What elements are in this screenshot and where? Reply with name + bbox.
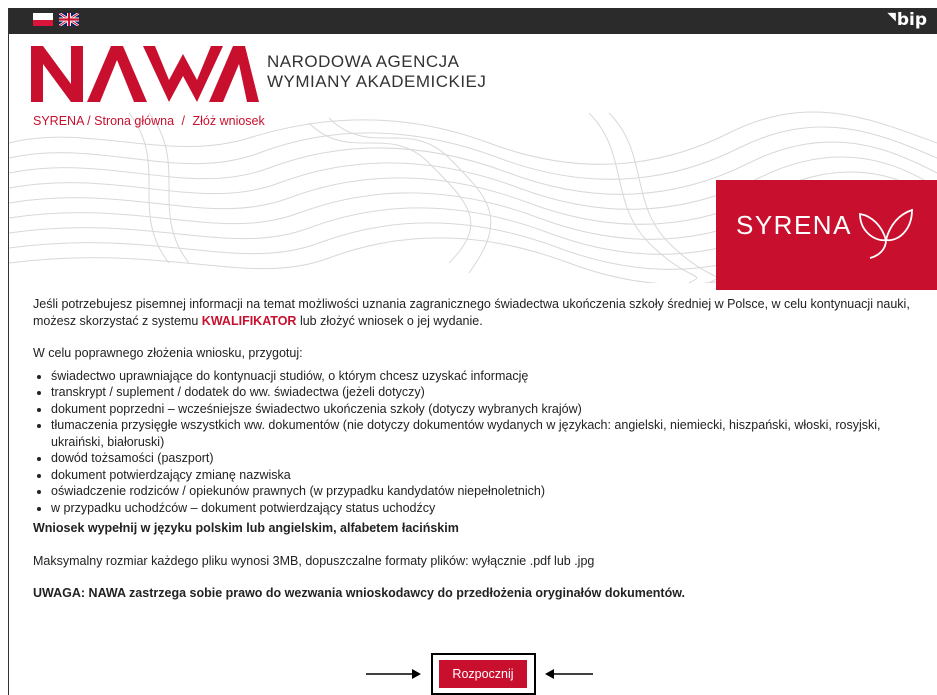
list-item: tłumaczenia przysięgłe wszystkich ww. do… <box>51 417 933 450</box>
main-content: Jeśli potrzebujesz pisemnej informacji n… <box>33 296 933 602</box>
list-item: w przypadku uchodźców – dokument potwier… <box>51 500 933 517</box>
flag-uk-icon[interactable] <box>58 11 80 28</box>
arrow-left-icon <box>545 669 593 679</box>
syrena-leaf-icon <box>859 208 913 259</box>
list-item: oświadczenie rodziców / opiekunów prawny… <box>51 483 933 500</box>
agency-line-1: NARODOWA AGENCJA <box>267 52 460 71</box>
intro-text-end: lub złożyć wniosek o jej wydanie. <box>296 313 483 328</box>
nawa-logo <box>31 46 259 102</box>
language-note: Wniosek wypełnij w języku polskim lub an… <box>33 521 459 535</box>
list-item: dowód tożsamości (paszport) <box>51 450 933 467</box>
start-button[interactable]: Rozpocznij <box>439 660 527 688</box>
prepare-heading: W celu poprawnego złożenia wniosku, przy… <box>33 346 303 360</box>
list-item: transkrypt / suplement / dodatek do ww. … <box>51 384 933 401</box>
size-note: Maksymalny rozmiar każdego pliku wynosi … <box>33 553 595 568</box>
bip-link[interactable]: ◥bip <box>887 10 927 30</box>
page-frame: ◥bip NARODOWA AGENCJA WYMIANY AKADEMICKI… <box>8 8 937 695</box>
breadcrumb-home[interactable]: SYRENA / Strona główna <box>33 114 174 128</box>
list-item: świadectwo uprawniające do kontynuacji s… <box>51 368 933 385</box>
top-bar: ◥bip <box>9 8 937 34</box>
breadcrumb: SYRENA / Strona główna / Złóż wniosek <box>33 114 265 128</box>
breadcrumb-current[interactable]: Złóż wniosek <box>193 114 265 128</box>
arrow-right-icon <box>366 669 421 679</box>
syrena-title: SYRENA <box>736 210 852 240</box>
breadcrumb-separator: / <box>181 114 186 128</box>
agency-name: NARODOWA AGENCJA WYMIANY AKADEMICKIEJ <box>267 52 486 92</box>
intro-paragraph: Jeśli potrzebujesz pisemnej informacji n… <box>33 296 933 329</box>
start-button-highlight: Rozpocznij <box>431 653 536 695</box>
bip-arrow-icon: ◥ <box>887 10 896 23</box>
list-item: dokument poprzedni – wcześniejsze świade… <box>51 401 933 418</box>
kwalifikator-link[interactable]: KWALIFIKATOR <box>202 314 297 328</box>
documents-list: świadectwo uprawniające do kontynuacji s… <box>33 368 933 517</box>
list-item: dokument potwierdzający zmianę nazwiska <box>51 467 933 484</box>
syrena-banner: SYRENA <box>716 180 937 290</box>
flag-pl-icon[interactable] <box>33 13 53 26</box>
warning-note: UWAGA: NAWA zastrzega sobie prawo do wez… <box>33 586 685 600</box>
agency-line-2: WYMIANY AKADEMICKIEJ <box>267 72 487 91</box>
bip-label: bip <box>896 10 927 30</box>
